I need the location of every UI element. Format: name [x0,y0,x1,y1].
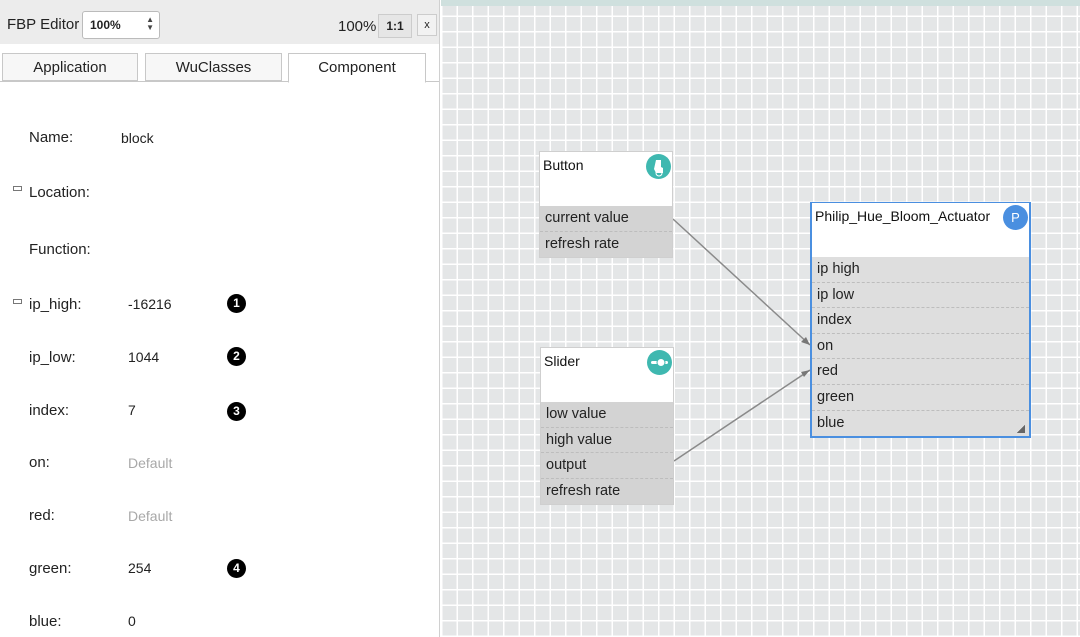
on-value[interactable]: Default [128,455,172,471]
canvas-top-strip [441,0,1080,6]
letter-p-icon: P [1003,205,1028,230]
close-button[interactable]: x [417,14,437,36]
node-title: Slider [544,353,580,369]
index-value[interactable]: 7 [128,402,136,418]
port-low-value[interactable]: low value [541,402,673,428]
port-red[interactable]: red [812,359,1029,385]
location-label: Location: [29,184,90,201]
blue-value[interactable]: 0 [128,613,136,629]
port-current-value[interactable]: current value [540,206,672,232]
tab-wuclasses[interactable]: WuClasses [145,53,282,81]
port-ip-low[interactable]: ip low [812,282,1029,309]
name-value[interactable]: block [121,130,154,146]
collapse-icon[interactable] [13,186,22,191]
node-header: Slider [541,348,673,402]
green-label: green: [29,560,72,577]
zoom-select[interactable]: 100% ▲ ▼ [82,11,160,39]
slider-knob-icon [647,350,672,375]
node-button[interactable]: Button current value refresh rate [539,151,673,259]
red-value[interactable]: Default [128,508,172,524]
index-label: index: [29,402,70,419]
ip-low-value[interactable]: 1044 [128,349,159,365]
port-high-value[interactable]: high value [541,427,673,454]
panel-toolbar: FBP Editor 100% ▲ ▼ 100% 1:1 x [0,0,439,44]
ip-high-label: ip_high: [29,296,82,313]
blue-label: blue: [29,613,62,630]
tab-component[interactable]: Component [288,53,426,83]
port-refresh-rate[interactable]: refresh rate [541,478,673,505]
node-title: Philip_Hue_Bloom_Actuator [815,208,991,224]
properties-panel: FBP Editor 100% ▲ ▼ 100% 1:1 x Applicatio… [0,0,440,637]
port-green[interactable]: green [812,384,1029,411]
green-value[interactable]: 254 [128,560,151,576]
port-blue[interactable]: blue [812,410,1029,437]
marker-badge: 4 [227,559,246,578]
editor-title: FBP Editor [7,16,80,33]
node-header: Button [540,152,672,206]
marker-badge: 2 [227,347,246,366]
actual-size-button[interactable]: 1:1 [378,14,412,38]
spinner-arrows-icon[interactable]: ▲ ▼ [146,16,154,32]
port-label: blue [817,414,845,431]
touch-hand-icon [646,154,671,179]
name-label: Name: [29,129,74,146]
port-on[interactable]: on [812,333,1029,360]
node-title: Button [543,157,584,173]
tab-application[interactable]: Application [2,53,138,81]
ip-low-label: ip_low: [29,349,76,366]
port-index[interactable]: index [812,308,1029,334]
zoom-select-value: 100% [90,18,121,32]
node-slider[interactable]: Slider low value high value output refre… [540,347,674,506]
red-label: red: [29,507,55,524]
marker-badge: 1 [227,294,246,313]
on-label: on: [29,454,50,471]
marker-badge: 3 [227,402,246,421]
ip-high-value[interactable]: -16216 [128,296,172,312]
port-output[interactable]: output [541,453,673,479]
port-ip-high[interactable]: ip high [812,257,1029,283]
function-label: Function: [29,241,91,258]
tab-bar: Application WuClasses Component [0,52,439,83]
zoom-level-text: 100% [338,18,377,35]
node-philip-hue-bloom-actuator[interactable]: Philip_Hue_Bloom_Actuator P ip high ip l… [810,202,1031,439]
port-refresh-rate[interactable]: refresh rate [540,231,672,258]
resize-handle-icon[interactable] [1017,425,1025,434]
collapse-icon[interactable] [13,299,22,304]
node-header: Philip_Hue_Bloom_Actuator P [812,203,1029,257]
